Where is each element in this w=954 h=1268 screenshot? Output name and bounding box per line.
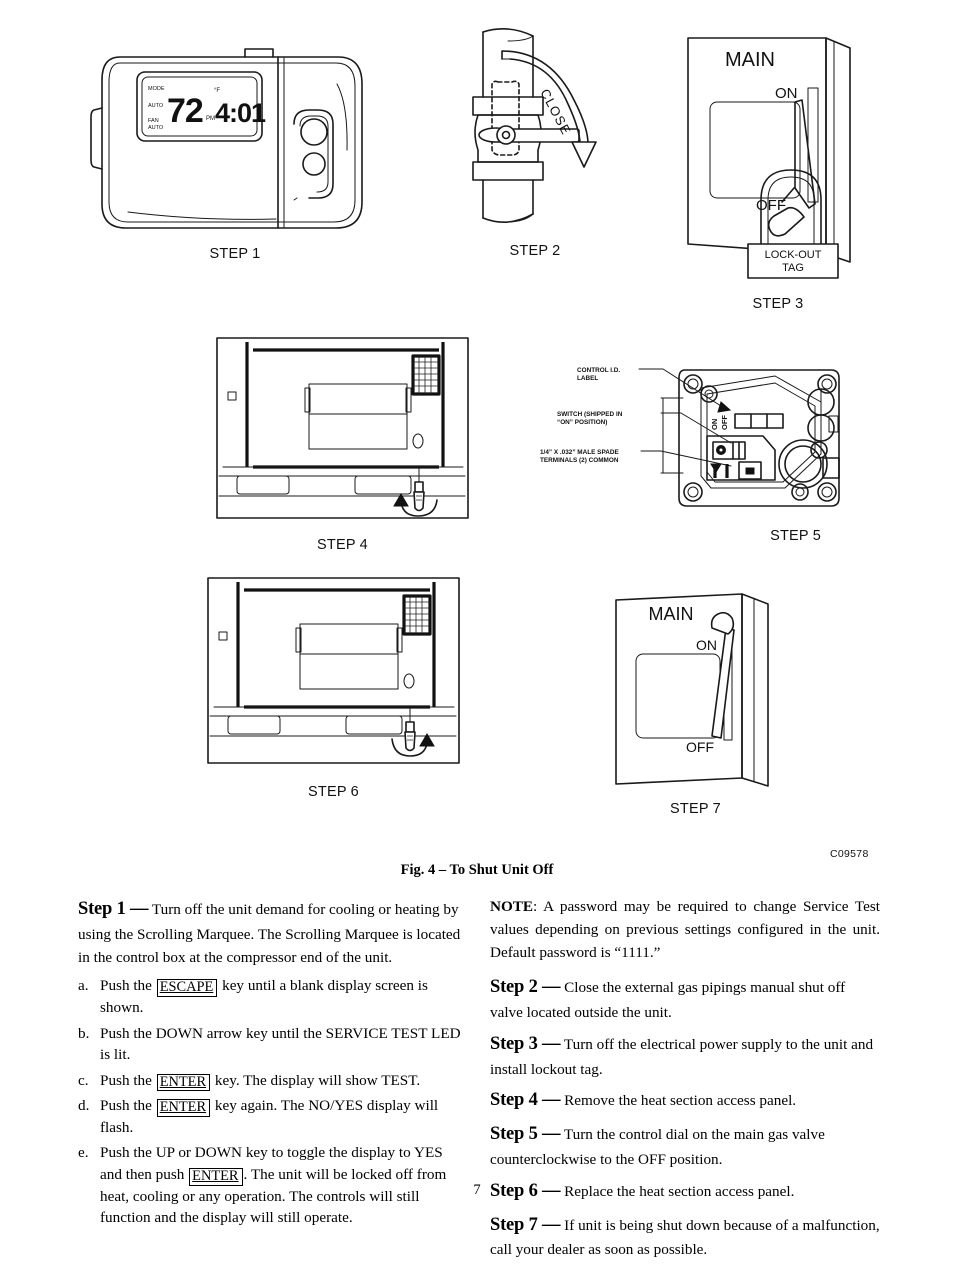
thermostat-temperature: 72 xyxy=(167,92,203,130)
thermostat-label-mode: MODE xyxy=(148,86,165,92)
callout-switch-line2: “ON” POSITION) xyxy=(557,419,607,426)
substep-text-pre: Push the xyxy=(100,977,156,995)
main-disconnect-on-off-label: OFF xyxy=(686,739,714,755)
step3-caption: STEP 3 xyxy=(752,296,804,312)
main-disconnect-on-label: ON xyxy=(775,85,798,102)
main-gas-valve-drawing: CONTROL I.D. LABEL SWITCH (SHIPPED IN “O… xyxy=(540,367,840,507)
step5-caption: STEP 5 xyxy=(770,528,821,544)
step3-lead: Step 3 — xyxy=(490,1033,561,1054)
substep-body: Push the DOWN arrow key until the SERVIC… xyxy=(100,1024,461,1064)
step2-illustration: CLOSE STEP 2 xyxy=(450,22,620,259)
step1-lead: Step 1 — xyxy=(78,899,149,919)
thermostat-time: 4:01 xyxy=(215,98,266,128)
step1-illustration: MODE AUTO FAN AUTO 72 °F PM 4:01 STEP 1 xyxy=(90,32,380,262)
callout-terminals-line2: TERMINALS (2) COMMON xyxy=(540,457,619,464)
main-disconnect-on-on-label: ON xyxy=(696,637,717,653)
thermostat-label-auto: AUTO xyxy=(148,103,164,109)
page-number: 7 xyxy=(473,1182,481,1198)
list-item: c. Push the ENTER key. The display will … xyxy=(78,1070,468,1092)
step5-lead: Step 5 — xyxy=(490,1124,561,1145)
step7-paragraph: Step 7 — If unit is being shut down beca… xyxy=(490,1212,880,1263)
list-item: b. Push the DOWN arrow key until the SER… xyxy=(78,1023,468,1066)
substep-text-pre: Push the xyxy=(100,1097,156,1115)
main-disconnect-locked-drawing: LOCK-OUT TAG MAIN ON OFF xyxy=(687,37,851,279)
grille-icon xyxy=(411,354,441,396)
screwdriver-icon xyxy=(413,466,425,512)
step6-caption: STEP 6 xyxy=(308,784,359,800)
drawing-number: C09578 xyxy=(830,848,869,860)
substep-body: Push the ENTER key again. The NO/YES dis… xyxy=(100,1095,468,1138)
enter-key-label: ENTER xyxy=(156,1099,211,1117)
lockout-tag-line1: LOCK-OUT xyxy=(765,249,822,261)
callout-terminals-line1: 1/4” X .032” MALE SPADE xyxy=(540,449,619,456)
substep-body: Push the ESCAPE key until a blank displa… xyxy=(100,975,468,1018)
step3-illustration: LOCK-OUT TAG MAIN ON OFF STEP 3 xyxy=(678,30,878,312)
substep-text-post: key. The display will show TEST. xyxy=(211,1071,421,1089)
step1-paragraph: Step 1 — Turn off the unit demand for co… xyxy=(78,896,468,969)
substep-marker: a. xyxy=(78,977,89,995)
enter-key-label: ENTER xyxy=(156,1073,211,1092)
list-item: a. Push the ESCAPE key until a blank dis… xyxy=(78,975,468,1018)
valve-switch-off-label: OFF xyxy=(720,415,729,430)
screwdriver-icon xyxy=(404,706,416,752)
step4-lead: Step 4 — xyxy=(490,1090,561,1111)
callout-control-id-line1: CONTROL I.D. xyxy=(577,367,620,374)
thermostat-drawing: MODE AUTO FAN AUTO 72 °F PM 4:01 xyxy=(90,48,363,229)
step2-caption: STEP 2 xyxy=(509,243,561,259)
note-lead: NOTE xyxy=(490,898,534,915)
step4-caption: STEP 4 xyxy=(317,537,368,553)
step2-paragraph: Step 2 — Close the external gas pipings … xyxy=(490,974,880,1025)
substep-marker: c. xyxy=(78,1071,89,1089)
thermostat-pm-indicator: PM xyxy=(206,116,215,122)
lockout-tag-line2: TAG xyxy=(782,262,804,274)
step7-lead: Step 7 — xyxy=(490,1214,561,1235)
step3-paragraph: Step 3 — Turn off the electrical power s… xyxy=(490,1031,880,1082)
thermostat-degree: °F xyxy=(214,88,220,94)
main-disconnect-on-title: MAIN xyxy=(649,604,694,624)
main-disconnect-off-label: OFF xyxy=(756,197,786,214)
step2-lead: Step 2 — xyxy=(490,977,561,998)
step5-paragraph: Step 5 — Turn the control dial on the ma… xyxy=(490,1121,880,1172)
list-item: d. Push the ENTER key again. The NO/YES … xyxy=(78,1095,468,1138)
figure-caption: Fig. 4 – To Shut Unit Off xyxy=(400,862,554,878)
callout-control-id-line2: LABEL xyxy=(577,375,598,382)
step4-paragraph: Step 4 — Remove the heat section access … xyxy=(490,1087,880,1115)
valve-switch-on-label: ON xyxy=(710,419,719,430)
substep-text-pre: Push the xyxy=(100,1071,156,1089)
figure-illustrations: MODE AUTO FAN AUTO 72 °F PM 4:01 STEP 1 xyxy=(0,0,954,880)
substep-marker: d. xyxy=(78,1097,90,1115)
substep-body: Push the ENTER key. The display will sho… xyxy=(100,1070,468,1092)
body-column-right: NOTE: A password may be required to chan… xyxy=(490,896,880,1268)
step7-caption: STEP 7 xyxy=(670,801,721,817)
step4-body: Remove the heat section access panel. xyxy=(560,1092,797,1110)
step5-illustration: CONTROL I.D. LABEL SWITCH (SHIPPED IN “O… xyxy=(535,358,875,544)
main-disconnect-title: MAIN xyxy=(725,49,775,71)
callout-switch-line1: SWITCH (SHIPPED IN xyxy=(557,411,623,418)
step6-illustration: STEP 6 xyxy=(206,576,461,800)
note-body: : A password may be required to change S… xyxy=(490,898,880,961)
grille-icon xyxy=(402,594,432,636)
access-panel-remove-drawing xyxy=(216,337,469,519)
thermostat-label-fan-auto: AUTO xyxy=(148,125,164,131)
note-paragraph: NOTE: A password may be required to chan… xyxy=(490,896,880,964)
step1-caption: STEP 1 xyxy=(209,246,261,262)
thermostat-label-fan: FAN xyxy=(148,118,159,124)
shutoff-valve-drawing: CLOSE xyxy=(472,28,597,223)
step7-illustration: MAIN ON OFF STEP 7 xyxy=(608,588,783,817)
substep-marker: b. xyxy=(78,1024,90,1042)
access-panel-replace-drawing xyxy=(207,577,460,764)
step4-illustration: STEP 4 xyxy=(215,336,470,553)
main-disconnect-on-drawing: MAIN ON OFF xyxy=(615,593,769,787)
escape-key-label: ESCAPE xyxy=(156,979,218,997)
